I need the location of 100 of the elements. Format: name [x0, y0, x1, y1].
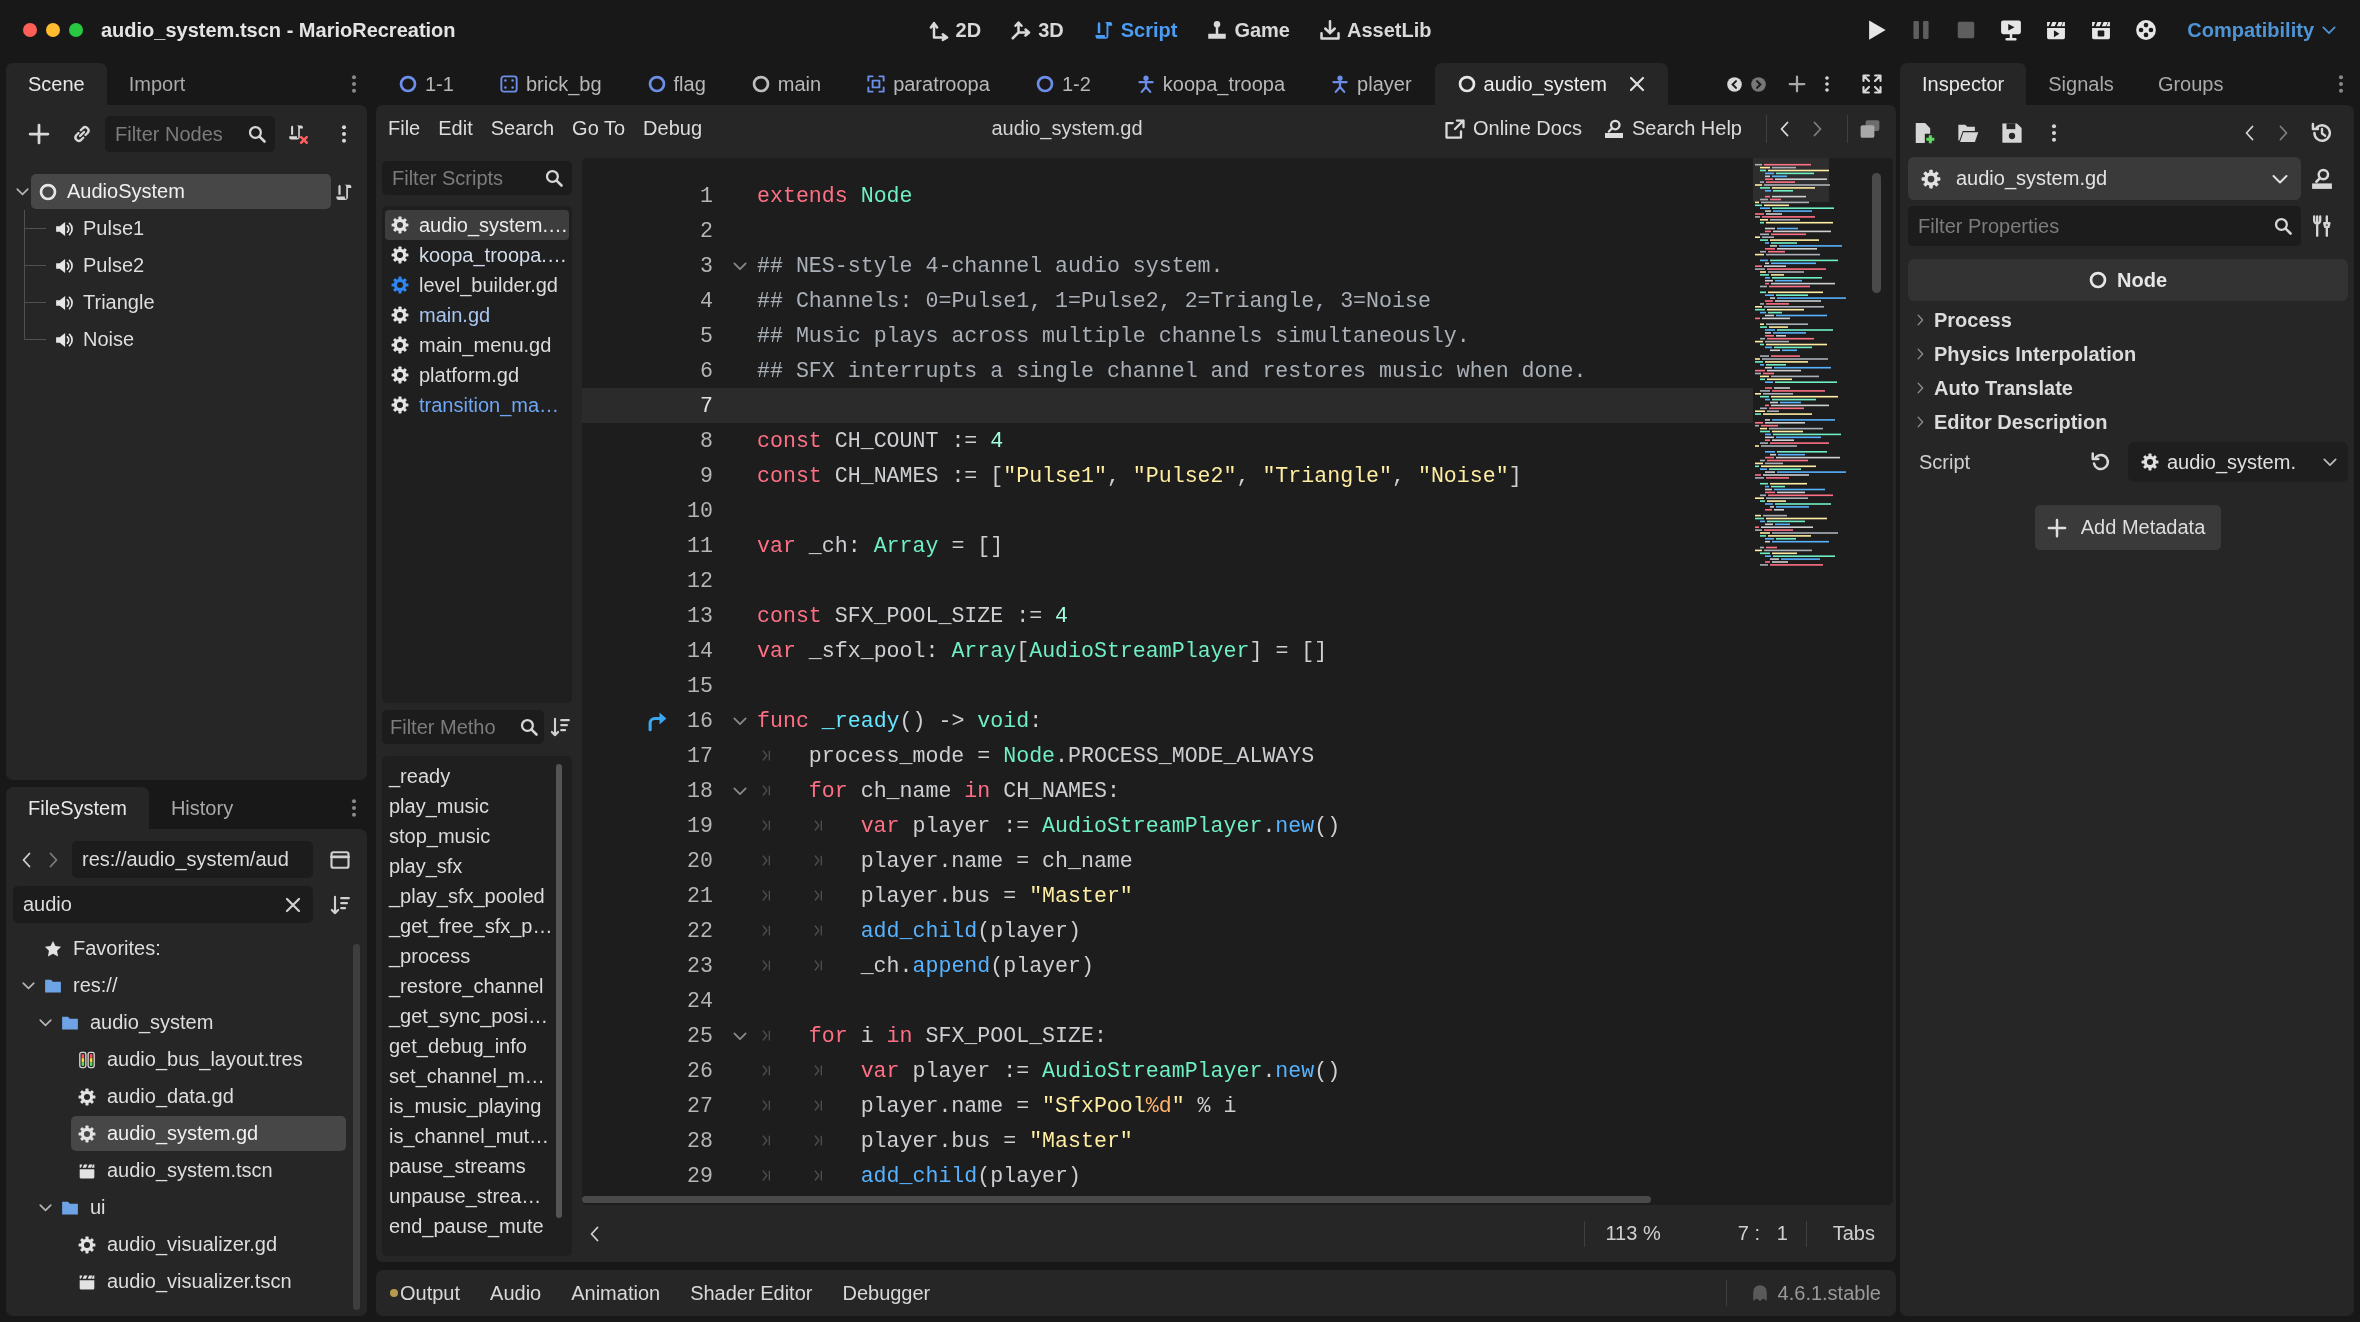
menu-item[interactable]: Go To — [563, 117, 635, 140]
inspector-section[interactable]: Editor Description — [1908, 405, 2348, 439]
folder-icon[interactable] — [1957, 122, 1979, 144]
add-metadata-button[interactable]: Add Metadata — [2034, 505, 2222, 550]
menu-item[interactable]: Edit — [429, 117, 482, 140]
history-icon[interactable] — [2311, 122, 2333, 144]
close-icon[interactable] — [1629, 76, 1645, 92]
circle-chevron-right-icon[interactable] — [1751, 76, 1766, 92]
scroll-remove-icon[interactable] — [288, 124, 308, 144]
search-help-button[interactable]: Search Help — [1603, 117, 1742, 140]
menu-item[interactable]: Debug — [634, 117, 711, 140]
document-tab[interactable]: audio_system — [1434, 63, 1668, 105]
inspector-section[interactable]: Auto Translate — [1908, 371, 2348, 405]
method-list-item[interactable]: _restore_channel — [389, 971, 552, 1001]
curved-arrow-icon[interactable] — [647, 710, 667, 731]
bottom-panel-tab[interactable]: Output — [390, 1281, 461, 1305]
file-tree-item[interactable]: audio_system.gd — [71, 1116, 346, 1151]
scene-tree-item[interactable]: Pulse2 — [47, 248, 331, 283]
bottom-panel-tab[interactable]: Shader Editor — [690, 1281, 813, 1305]
panel-toggle-icon[interactable] — [330, 849, 350, 870]
dock-tab[interactable]: FileSystem — [6, 787, 149, 829]
dock-tab[interactable]: Scene — [6, 63, 107, 105]
script-list-item[interactable]: audio_system.… — [385, 210, 569, 240]
plus-icon[interactable] — [28, 123, 50, 145]
method-list-item[interactable]: _get_free_sfx_p… — [389, 911, 552, 941]
workspace-button[interactable]: 2D — [928, 18, 982, 42]
scrollbar-thumb[interactable] — [556, 764, 562, 1218]
document-tab[interactable]: paratroopa — [844, 63, 1013, 105]
file-tree-item[interactable]: audio_bus_layout.tres — [71, 1042, 346, 1077]
bottom-panel-tab[interactable]: Debugger — [842, 1281, 931, 1305]
clapperboard-icon[interactable] — [2090, 19, 2113, 41]
fullscreen-icon[interactable] — [1862, 74, 1882, 94]
document-tab[interactable]: main — [728, 63, 845, 105]
method-list-item[interactable]: set_channel_m… — [389, 1061, 552, 1091]
document-tab[interactable]: player — [1308, 63, 1435, 105]
chain-link-icon[interactable] — [72, 124, 92, 144]
scene-tree-item[interactable]: Noise — [47, 322, 331, 357]
scene-tree-item[interactable]: AudioSystem — [31, 174, 331, 209]
dock-tab[interactable]: Groups — [2135, 63, 2246, 105]
script-dropdown[interactable]: audio_system. — [2128, 442, 2348, 482]
sort-icon[interactable] — [550, 717, 570, 737]
document-tab[interactable]: 1-2 — [1012, 63, 1114, 105]
file-tree-item[interactable]: ui — [54, 1190, 346, 1225]
method-list-item[interactable]: _process — [389, 941, 552, 971]
scrollbar-thumb[interactable] — [353, 944, 360, 1310]
chevron-down-icon[interactable] — [38, 1201, 52, 1214]
method-list-item[interactable]: _ready — [389, 761, 552, 791]
doc-search-icon[interactable] — [2311, 167, 2333, 190]
dock-tab[interactable]: Inspector — [1900, 63, 2027, 105]
renderer-dropdown[interactable]: Compatibility — [2187, 18, 2336, 42]
file-tree-item[interactable]: Favorites: — [37, 931, 346, 966]
close-icon[interactable] — [285, 896, 301, 913]
window-zoom-icon[interactable] — [69, 23, 83, 37]
filter-scripts-field[interactable]: Filter Scripts — [382, 161, 572, 195]
workspace-button[interactable]: 3D — [1011, 18, 1064, 42]
method-list-item[interactable]: play_music — [389, 791, 552, 821]
workspace-button[interactable]: Game — [1207, 18, 1290, 42]
menu-item[interactable]: Search — [481, 117, 564, 140]
plus-icon[interactable] — [1788, 75, 1806, 93]
script-list-item[interactable]: transition_ma… — [385, 390, 569, 420]
document-tab[interactable]: koopa_troopa — [1113, 63, 1309, 105]
scene-tree-item[interactable]: Triangle — [47, 285, 331, 320]
document-tab[interactable]: brick_bg — [476, 63, 625, 105]
method-list-item[interactable]: is_music_playing — [389, 1091, 552, 1121]
film-reel-icon[interactable] — [2135, 19, 2158, 41]
sort-icon[interactable] — [330, 894, 350, 915]
method-list-item[interactable]: play_sfx — [389, 851, 552, 881]
method-list-item[interactable]: unpause_strea… — [389, 1181, 552, 1211]
filter-methods-field[interactable]: Filter Metho — [382, 710, 544, 744]
method-list-item[interactable]: get_debug_info — [389, 1031, 552, 1061]
script-list-item[interactable]: level_builder.gd — [385, 270, 569, 300]
workspace-button[interactable]: Script — [1093, 18, 1178, 42]
bottom-panel-tab[interactable]: Animation — [571, 1281, 661, 1305]
online-docs-button[interactable]: Online Docs — [1445, 117, 1582, 140]
search-field[interactable]: audio — [13, 886, 313, 923]
method-list-item[interactable]: stop_music — [389, 821, 552, 851]
script-list-item[interactable]: main_menu.gd — [385, 330, 569, 360]
menu-item[interactable]: File — [379, 117, 430, 140]
workspace-button[interactable]: AssetLib — [1320, 18, 1432, 42]
script-list-item[interactable]: koopa_troopa.… — [385, 240, 569, 270]
file-tree-item[interactable]: audio_visualizer.gd — [71, 1227, 346, 1262]
overlapping-windows-icon[interactable] — [1860, 118, 1880, 139]
file-tree-item[interactable]: audio_data.gd — [71, 1079, 346, 1114]
chevron-down-icon[interactable] — [38, 1016, 52, 1029]
bottom-panel-tab[interactable]: Audio — [490, 1281, 542, 1305]
inspector-section[interactable]: Process — [1908, 303, 2348, 337]
document-tab[interactable]: flag — [624, 63, 729, 105]
scroll-icon[interactable] — [335, 182, 353, 201]
monitor-play-icon[interactable] — [2000, 19, 2023, 41]
filter-properties-field[interactable]: Filter Properties — [1908, 206, 2301, 246]
file-tree-item[interactable]: audio_system.tscn — [71, 1153, 346, 1188]
method-list-item[interactable]: is_channel_mut… — [389, 1121, 552, 1151]
zoom-level[interactable]: 113 % — [1605, 1222, 1661, 1245]
new-file-icon[interactable] — [1913, 122, 1935, 144]
circular-arrow-icon[interactable] — [2091, 452, 2111, 472]
method-list-item[interactable]: _play_sfx_pooled — [389, 881, 552, 911]
scene-tree-item[interactable]: Pulse1 — [47, 211, 331, 246]
inspector-section[interactable]: Physics Interpolation — [1908, 337, 2348, 371]
method-list-item[interactable]: pause_streams — [389, 1151, 552, 1181]
method-list-item[interactable]: _get_sync_posi… — [389, 1001, 552, 1031]
